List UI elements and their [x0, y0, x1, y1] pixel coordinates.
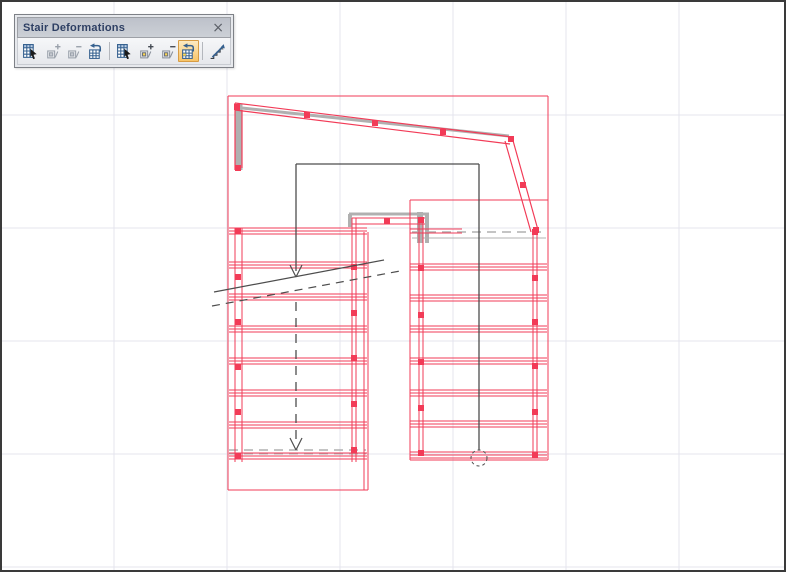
reset-table-button[interactable]	[85, 40, 107, 62]
palette-title: Stair Deformations	[23, 22, 211, 34]
edit-value-table-button[interactable]	[113, 40, 135, 62]
delete-value-button[interactable]	[156, 40, 178, 62]
value-revert-icon	[180, 43, 197, 60]
palette-titlebar[interactable]: Stair Deformations ×	[17, 17, 231, 38]
palette-toolbar	[17, 38, 231, 65]
edit-deformation-table-button[interactable]	[20, 40, 42, 62]
delete-node-button[interactable]	[63, 40, 85, 62]
toolbar-separator	[202, 42, 203, 60]
table-cursor-icon	[116, 43, 133, 60]
close-icon[interactable]: ×	[211, 22, 225, 34]
app-window: Stair Deformations ×	[0, 0, 786, 572]
table-revert-icon	[87, 43, 104, 60]
value-plus-icon	[137, 43, 154, 60]
drawing-area[interactable]	[2, 2, 784, 570]
table-cursor-icon	[22, 43, 39, 60]
insert-node-button[interactable]	[42, 40, 64, 62]
stairs-arrow-icon	[209, 43, 226, 60]
reset-values-button[interactable]	[178, 40, 200, 62]
stair-deformations-palette: Stair Deformations ×	[14, 14, 234, 68]
node-minus-icon	[65, 43, 82, 60]
value-minus-icon	[159, 43, 176, 60]
stair-deformation-tool-button[interactable]	[206, 40, 228, 62]
insert-value-button[interactable]	[135, 40, 157, 62]
toolbar-separator	[109, 42, 110, 60]
node-plus-icon	[44, 43, 61, 60]
